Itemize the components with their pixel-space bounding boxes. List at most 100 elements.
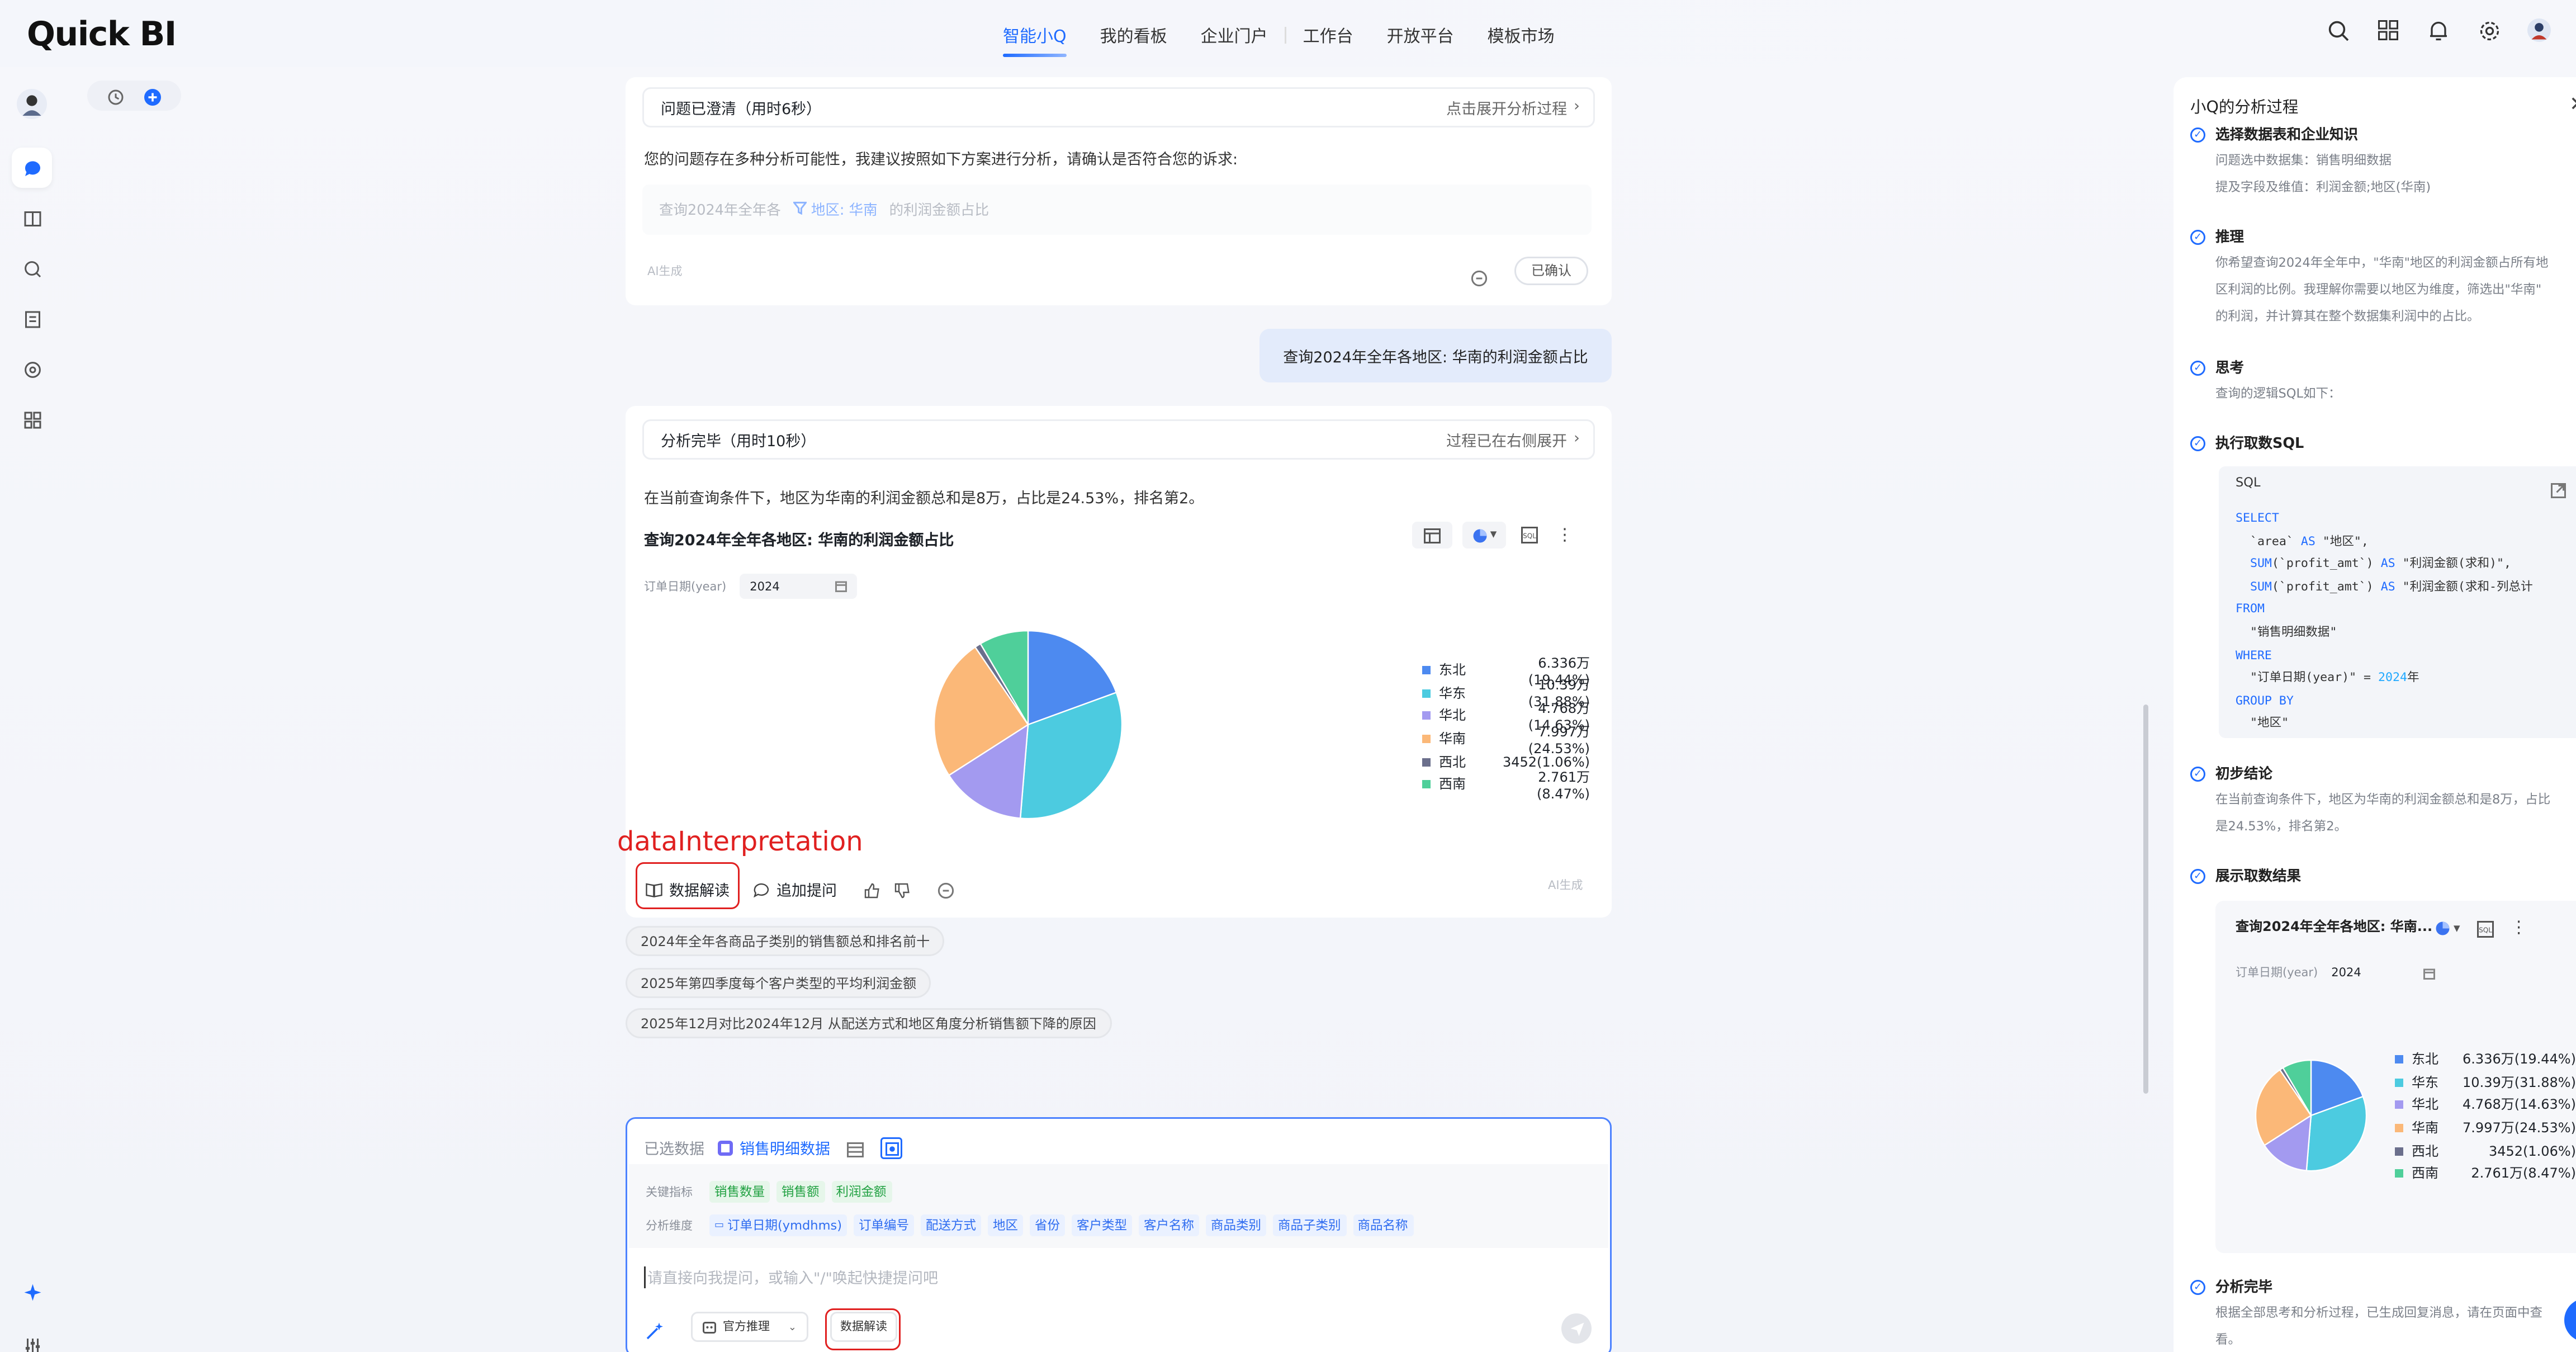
dimension-chip[interactable]: 地区 (988, 1214, 1023, 1236)
sql-icon[interactable]: SQL (2476, 913, 2494, 944)
sql-icon[interactable]: SQL (1516, 522, 1543, 549)
clarify-status-bar[interactable]: 问题已澄清（用时6秒） 点击展开分析过程 › (642, 87, 1595, 127)
legend-name: 西南 (1439, 777, 1466, 792)
history-icon[interactable] (107, 80, 124, 112)
nav-tab-template-market[interactable]: 模板市场 (1471, 22, 1571, 47)
nav-tab-enterprise-portal[interactable]: 企业门户 (1184, 22, 1285, 47)
legend-item[interactable]: 华北 4.768万(14.63%) (2395, 1094, 2576, 1117)
dimension-chip[interactable]: 商品类别 (1206, 1214, 1266, 1236)
date-filter-select[interactable]: 2024 (740, 574, 858, 599)
dimension-chip[interactable]: 商品名称 (1352, 1214, 1413, 1236)
table-view-icon[interactable] (1412, 522, 1452, 549)
suggestion-chip[interactable]: 2025年12月对比2024年12月 从配送方式和地区角度分析销售额下降的原因 (626, 1008, 1111, 1038)
legend-item[interactable]: 西南 2.761万(8.47%) (2395, 1162, 2576, 1185)
step-select-data: ✓ 选择数据表和企业知识 问题选中数据集：销售明细数据 提及字段及维值：利润金额;地… (2190, 124, 2576, 201)
nav-tab-smart-q[interactable]: 智能小Q (986, 22, 1083, 57)
dimension-chip[interactable]: 订单编号 (854, 1214, 914, 1236)
book-icon[interactable] (12, 198, 52, 238)
suggestion-chip[interactable]: 2024年全年各商品子类别的销售额总和排名前十 (626, 926, 945, 956)
confirmed-button[interactable]: 已确认 (1514, 257, 1588, 285)
analysis-icon[interactable] (12, 349, 52, 389)
metric-chip[interactable]: 利润金额 (831, 1181, 892, 1203)
dimension-chip[interactable]: 客户类型 (1072, 1214, 1132, 1236)
dimension-chip[interactable]: 配送方式 (921, 1214, 981, 1236)
mini-date-filter-select[interactable]: 2024 (2331, 966, 2436, 980)
dataset-selector[interactable]: 销售明细数据 (718, 1137, 830, 1159)
result-status-bar[interactable]: 分析完毕（用时10秒） 过程已在右侧展开 › (642, 419, 1595, 460)
table-icon[interactable] (847, 1132, 864, 1164)
legend-item[interactable]: 西北 3452(1.06%) (2395, 1140, 2576, 1162)
expand-process-label: 点击展开分析过程 (1446, 101, 1568, 119)
search-icon[interactable] (2324, 17, 2351, 44)
legend-item[interactable]: 华南 7.997万(24.53%) (1422, 724, 1590, 756)
mini-chart-title: 查询2024年全年各地区: 华南... (2236, 919, 2433, 934)
feedback-icon[interactable] (937, 874, 954, 906)
sparkle-icon[interactable] (12, 1271, 52, 1312)
legend-name: 西北 (1439, 754, 1466, 770)
report-icon[interactable] (12, 299, 52, 339)
thumbs-down-icon[interactable] (894, 874, 911, 906)
feedback-icon[interactable] (1471, 262, 1488, 294)
nav-tab-my-dashboards[interactable]: 我的看板 (1083, 22, 1184, 47)
annotation-label: dataInterpretation (617, 825, 863, 857)
chat-bubble-icon (754, 883, 769, 897)
dimension-chip[interactable]: 省份 (1030, 1214, 1065, 1236)
nav-tab-open-platform[interactable]: 开放平台 (1370, 22, 1471, 47)
step-title: 分析完毕 (2215, 1280, 2273, 1297)
chart-type-dropdown[interactable]: ▼ (1462, 522, 1506, 549)
close-icon[interactable]: ✕ (2569, 92, 2576, 116)
modules-icon[interactable] (12, 399, 52, 439)
bell-icon[interactable] (2425, 17, 2452, 44)
more-options-icon[interactable]: ⋮ (1553, 522, 1576, 549)
legend-item[interactable]: 东北 6.336万(19.44%) (2395, 1048, 2576, 1071)
step-execute-sql: ✓ 执行取数SQL (2190, 433, 2576, 453)
insight-icon[interactable] (12, 248, 52, 289)
metric-chip[interactable]: 销售额 (776, 1181, 825, 1203)
chart-type-dropdown[interactable]: ▼ (2435, 921, 2460, 936)
apps-grid-icon[interactable] (2375, 17, 2402, 44)
expand-process-link[interactable]: 点击展开分析过程 › (1446, 97, 1580, 119)
selected-data-label: 已选数据 (644, 1142, 705, 1159)
legend-item[interactable]: 华东 10.39万(31.88%) (2395, 1071, 2576, 1094)
step-title: 展示取数结果 (2215, 869, 2302, 886)
legend-item[interactable]: 西南 2.761万(8.47%) (1422, 769, 1590, 801)
step-reasoning: ✓ 推理 你希望查询2024年全年中，"华南"地区的利润金额占所有地 区利润的比例。… (2190, 226, 2576, 330)
dimension-chip[interactable]: 商品子类别 (1273, 1214, 1346, 1236)
process-expanded-link[interactable]: 过程已在右侧展开 › (1446, 429, 1580, 451)
user-avatar[interactable] (2526, 17, 2553, 44)
gear-icon[interactable] (2475, 17, 2502, 44)
logo[interactable]: Quick BI (27, 13, 177, 54)
data-source-icon[interactable] (880, 1137, 903, 1159)
metric-chip[interactable]: 销售数量 (709, 1181, 770, 1203)
suggestion-chip[interactable]: 2025年第四季度每个客户类型的平均利润金额 (626, 968, 932, 998)
expand-icon[interactable] (2551, 473, 2566, 505)
dimension-chip[interactable]: ▭ 订单日期(ymdhms) (709, 1214, 847, 1236)
ai-generated-label: AI生成 (647, 265, 683, 278)
settings-sliders-icon[interactable] (12, 1325, 52, 1352)
field-chips-area: 关键指标 销售数量 销售额 利润金额 分析维度 ▭ 订单日期(ymdhms) 订单… (629, 1164, 1608, 1248)
assistant-avatar[interactable] (12, 84, 52, 124)
follow-up-button[interactable]: 追加提问 (753, 879, 837, 901)
app-root: Quick BI 智能小Q 我的看板 企业门户 工作台 开放平台 模板市场 问题… (0, 0, 2576, 1352)
new-chat-icon[interactable] (144, 80, 161, 112)
dimension-chip[interactable]: 客户名称 (1139, 1214, 1199, 1236)
send-button[interactable] (1561, 1313, 1592, 1344)
step-line: 查询的逻辑SQL如下： (2215, 386, 2341, 401)
check-icon: ✓ (2190, 126, 2205, 142)
check-icon: ✓ (2190, 868, 2205, 883)
thumbs-up-icon[interactable] (864, 874, 880, 906)
legend-item[interactable]: 华南 7.997万(24.53%) (2395, 1117, 2576, 1140)
more-options-icon[interactable]: ⋮ (2511, 919, 2527, 938)
magic-wand-icon[interactable] (646, 1315, 664, 1347)
legend-name: 西北 (2412, 1143, 2438, 1159)
recommend-dropdown[interactable]: 官方推理 ⌄ (691, 1312, 808, 1342)
step-line: 提及字段及维值：利润金额;地区(华南) (2215, 179, 2431, 195)
legend-swatch (1422, 780, 1431, 789)
main-nav: 智能小Q 我的看板 企业门户 工作台 开放平台 模板市场 (986, 22, 1571, 57)
chat-icon[interactable] (12, 148, 52, 188)
nav-tab-workbench[interactable]: 工作台 (1286, 22, 1370, 47)
scrollbar[interactable] (2143, 705, 2148, 1094)
chart-title: 查询2024年全年各地区: 华南的利润金额占比 (644, 533, 954, 550)
question-input[interactable]: 请直接向我提问，或输入"/"唤起快捷提问吧 (644, 1266, 1583, 1288)
query-filter-chip[interactable]: 地区: 华南 (811, 200, 878, 220)
